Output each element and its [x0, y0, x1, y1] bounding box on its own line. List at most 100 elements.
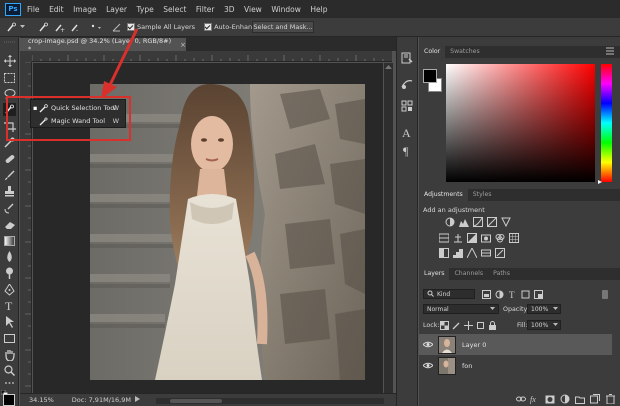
- lock-artboard-icon[interactable]: [475, 320, 485, 330]
- photo-filter-icon[interactable]: [481, 233, 491, 243]
- filter-shape-icon[interactable]: [520, 289, 530, 299]
- lock-transparent-icon[interactable]: [439, 320, 449, 330]
- blend-mode-select[interactable]: Normal: [423, 304, 499, 314]
- posterize-icon[interactable]: [453, 248, 463, 258]
- menu-type[interactable]: Type: [137, 5, 154, 14]
- tab-adjustments[interactable]: Adjustments: [419, 189, 468, 201]
- eye-icon[interactable]: [423, 361, 433, 371]
- zoom-level[interactable]: 34.15%: [29, 396, 54, 404]
- hand-tool-icon[interactable]: [3, 348, 16, 361]
- add-to-selection-icon[interactable]: +: [53, 21, 65, 33]
- menu-edit[interactable]: Edit: [49, 5, 64, 14]
- doc-size-info[interactable]: Doc: 7,91M/16,9M: [72, 396, 131, 404]
- selective-color-icon[interactable]: [495, 248, 505, 258]
- color-picker-field[interactable]: [446, 64, 595, 182]
- layer-style-icon[interactable]: fx: [530, 394, 540, 404]
- menu-filter[interactable]: Filter: [196, 5, 215, 14]
- tab-styles[interactable]: Styles: [468, 189, 497, 201]
- layer-row-fon[interactable]: fon: [419, 355, 612, 376]
- menu-layer[interactable]: Layer: [106, 5, 127, 14]
- layer-row-layer-0[interactable]: Layer 0: [419, 334, 612, 355]
- delete-layer-icon[interactable]: [605, 394, 615, 404]
- color-balance-icon[interactable]: [453, 233, 463, 243]
- character-panel-icon[interactable]: A: [400, 125, 414, 140]
- horizontal-ruler[interactable]: [32, 51, 392, 62]
- subtract-from-selection-icon[interactable]: -: [69, 21, 81, 33]
- eraser-tool-icon[interactable]: [3, 218, 16, 231]
- libraries-panel-icon[interactable]: [400, 99, 414, 113]
- exposure-icon[interactable]: [487, 217, 497, 227]
- menu-select[interactable]: Select: [163, 5, 186, 14]
- menu-view[interactable]: View: [244, 5, 262, 14]
- black-white-icon[interactable]: [467, 233, 477, 243]
- link-layers-icon[interactable]: [516, 394, 526, 404]
- document-image[interactable]: [90, 84, 365, 380]
- dodge-tool-icon[interactable]: [3, 266, 16, 279]
- new-adjustment-layer-icon[interactable]: [560, 394, 570, 404]
- auto-enhance-checkbox[interactable]: [204, 23, 213, 31]
- hue-slider-handle[interactable]: [598, 178, 602, 184]
- horizontal-scroll-thumb[interactable]: [170, 399, 222, 403]
- history-brush-tool-icon[interactable]: [3, 202, 16, 215]
- tab-paths[interactable]: Paths: [488, 268, 515, 280]
- menu-3d[interactable]: 3D: [224, 5, 235, 14]
- vertical-scrollbar[interactable]: [384, 63, 393, 393]
- clone-stamp-tool-icon[interactable]: [3, 185, 16, 198]
- move-tool-icon[interactable]: [3, 54, 16, 67]
- filter-smart-object-icon[interactable]: [533, 289, 543, 299]
- status-menu-icon[interactable]: [134, 396, 140, 404]
- new-layer-icon[interactable]: [590, 394, 600, 404]
- levels-icon[interactable]: [459, 217, 469, 227]
- paragraph-panel-icon[interactable]: ¶: [400, 143, 414, 158]
- brightness-contrast-icon[interactable]: [445, 217, 455, 227]
- filter-toggle-icon[interactable]: [600, 289, 610, 299]
- close-icon[interactable]: ×: [180, 41, 186, 49]
- path-selection-tool-icon[interactable]: [3, 315, 16, 328]
- eye-icon[interactable]: [423, 340, 433, 350]
- layer-filter-select[interactable]: Kind: [423, 289, 475, 299]
- lock-all-icon[interactable]: [487, 320, 497, 330]
- panel-menu-icon[interactable]: [606, 47, 614, 55]
- threshold-icon[interactable]: [467, 248, 477, 258]
- menu-image[interactable]: Image: [73, 5, 97, 14]
- history-panel-icon[interactable]: [400, 51, 414, 65]
- scroll-up-icon[interactable]: [385, 64, 392, 70]
- color-lookup-icon[interactable]: [509, 233, 519, 243]
- brush-tool-icon[interactable]: [3, 169, 16, 182]
- chevron-down-icon[interactable]: [19, 21, 25, 33]
- gradient-tool-icon[interactable]: [3, 234, 16, 247]
- quick-selection-brush-icon[interactable]: [5, 21, 17, 33]
- filter-type-icon[interactable]: T: [507, 289, 517, 299]
- fill-field[interactable]: 100%: [527, 320, 561, 330]
- foreground-color-swatch[interactable]: [423, 69, 437, 83]
- channel-mixer-icon[interactable]: [495, 233, 505, 243]
- curves-icon[interactable]: [473, 217, 483, 227]
- marquee-tool-icon[interactable]: [3, 71, 16, 84]
- filter-pixel-icon[interactable]: [481, 289, 491, 299]
- tab-swatches[interactable]: Swatches: [445, 46, 485, 58]
- opacity-field[interactable]: 100%: [527, 304, 561, 314]
- new-selection-icon[interactable]: [37, 21, 49, 33]
- invert-icon[interactable]: [439, 248, 449, 258]
- menu-help[interactable]: Help: [310, 5, 327, 14]
- properties-panel-icon[interactable]: [400, 77, 414, 91]
- tab-channels[interactable]: Channels: [449, 268, 488, 280]
- menu-window[interactable]: Window: [271, 5, 301, 14]
- add-mask-icon[interactable]: [545, 394, 555, 404]
- rectangle-tool-icon[interactable]: [3, 332, 16, 345]
- pen-tool-icon[interactable]: [3, 283, 16, 296]
- healing-brush-tool-icon[interactable]: [3, 152, 16, 165]
- lock-position-icon[interactable]: [463, 320, 473, 330]
- lock-pixels-icon[interactable]: [451, 320, 461, 330]
- vibrance-icon[interactable]: [501, 217, 511, 227]
- hue-saturation-icon[interactable]: [439, 233, 449, 243]
- select-and-mask-button[interactable]: Select and Mask...: [252, 21, 314, 33]
- toolbar-grip-icon[interactable]: [3, 39, 16, 44]
- hue-slider[interactable]: [601, 64, 612, 182]
- gradient-map-icon[interactable]: [481, 248, 491, 258]
- more-tools-icon[interactable]: [3, 379, 16, 387]
- new-group-icon[interactable]: [575, 394, 585, 404]
- foreground-color-swatch[interactable]: [3, 394, 15, 406]
- tab-layers[interactable]: Layers: [419, 268, 450, 280]
- menu-file[interactable]: File: [27, 5, 40, 14]
